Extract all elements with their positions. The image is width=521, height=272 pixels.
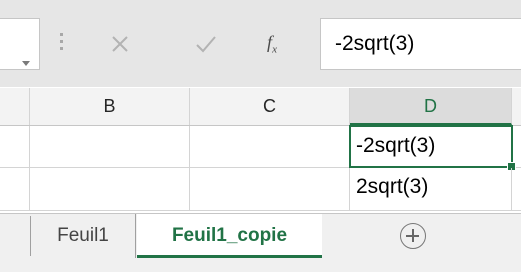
column-header-d[interactable]: D xyxy=(350,88,512,125)
cell-d2[interactable]: 2sqrt(3) xyxy=(350,168,512,210)
cancel-x-icon xyxy=(112,36,128,52)
function-fx-icon: fx xyxy=(267,32,277,56)
tab-feuil1-copie[interactable]: Feuil1_copie xyxy=(137,214,322,258)
cell-d1-value: -2sqrt(3) xyxy=(356,134,436,157)
cell-a1-edge[interactable] xyxy=(0,126,30,167)
dropdown-arrow-icon[interactable] xyxy=(22,61,30,66)
column-header-a-edge[interactable] xyxy=(0,88,30,125)
column-header-e-edge[interactable] xyxy=(512,88,521,125)
table-row: -2sqrt(3) xyxy=(0,125,521,171)
enter-check-icon xyxy=(196,36,216,53)
column-header-c[interactable]: C xyxy=(190,88,350,125)
tab-feuil1[interactable]: Feuil1 xyxy=(31,214,136,258)
cell-b1[interactable] xyxy=(30,126,190,167)
table-row: 2sqrt(3) xyxy=(0,168,521,211)
sheet-tab-bar: Feuil1 Feuil1_copie xyxy=(0,213,521,272)
enter-button[interactable] xyxy=(186,18,226,70)
column-header-b[interactable]: B xyxy=(30,88,190,125)
add-sheet-plus-icon[interactable] xyxy=(400,223,426,249)
name-box[interactable] xyxy=(0,18,40,70)
cell-a2-edge[interactable] xyxy=(0,168,30,210)
formula-bar-area: fx -2sqrt(3) xyxy=(0,0,521,87)
cell-d1-selected[interactable]: -2sqrt(3) xyxy=(349,125,516,171)
formula-input[interactable]: -2sqrt(3) xyxy=(320,18,521,70)
column-headers: B C D xyxy=(0,88,521,126)
cell-c2[interactable] xyxy=(190,168,350,210)
insert-function-button[interactable]: fx xyxy=(252,18,292,70)
resize-grip-icon[interactable] xyxy=(60,33,63,55)
cancel-button[interactable] xyxy=(100,18,140,70)
cell-b2[interactable] xyxy=(30,168,190,210)
cell-c1[interactable] xyxy=(190,126,350,167)
